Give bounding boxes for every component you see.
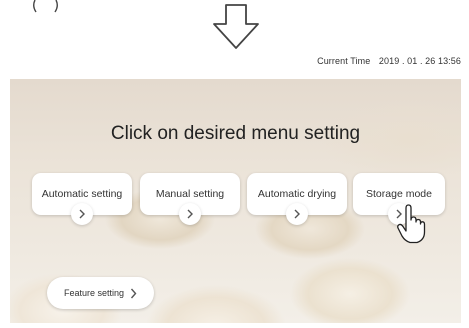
current-time: Current Time 2019 . 01 . 26 13:56 (317, 56, 461, 66)
automatic-drying-button[interactable]: Automatic drying (247, 173, 347, 225)
storage-mode-label: Storage mode (366, 188, 432, 200)
chevron-right-icon (79, 209, 85, 219)
feature-setting-button[interactable]: Feature setting (47, 277, 154, 309)
manual-setting-label: Manual setting (155, 188, 225, 200)
cropped-graphic-fragment (33, 0, 58, 13)
chevron-right-icon (187, 209, 193, 219)
menu-heading: Click on desired menu setting (110, 123, 361, 144)
automatic-drying-chevron[interactable] (286, 203, 308, 225)
manual-setting-chevron[interactable] (179, 203, 201, 225)
automatic-setting-chevron[interactable] (71, 203, 93, 225)
down-arrow-icon (213, 4, 259, 49)
automatic-setting-button[interactable]: Automatic setting (32, 173, 132, 225)
chevron-right-icon (294, 209, 300, 219)
chevron-right-icon (130, 288, 137, 298)
automatic-setting-label: Automatic setting (41, 188, 123, 200)
device-screen: Click on desired menu setting Automatic … (10, 79, 461, 323)
current-time-label: Current Time (317, 56, 371, 66)
manual-setting-button[interactable]: Manual setting (140, 173, 240, 225)
automatic-drying-label: Automatic drying (257, 188, 337, 200)
hand-pointer-icon (397, 204, 426, 244)
feature-setting-label: Feature setting (63, 288, 125, 298)
current-time-value: 2019 . 01 . 26 13:56 (378, 56, 461, 66)
